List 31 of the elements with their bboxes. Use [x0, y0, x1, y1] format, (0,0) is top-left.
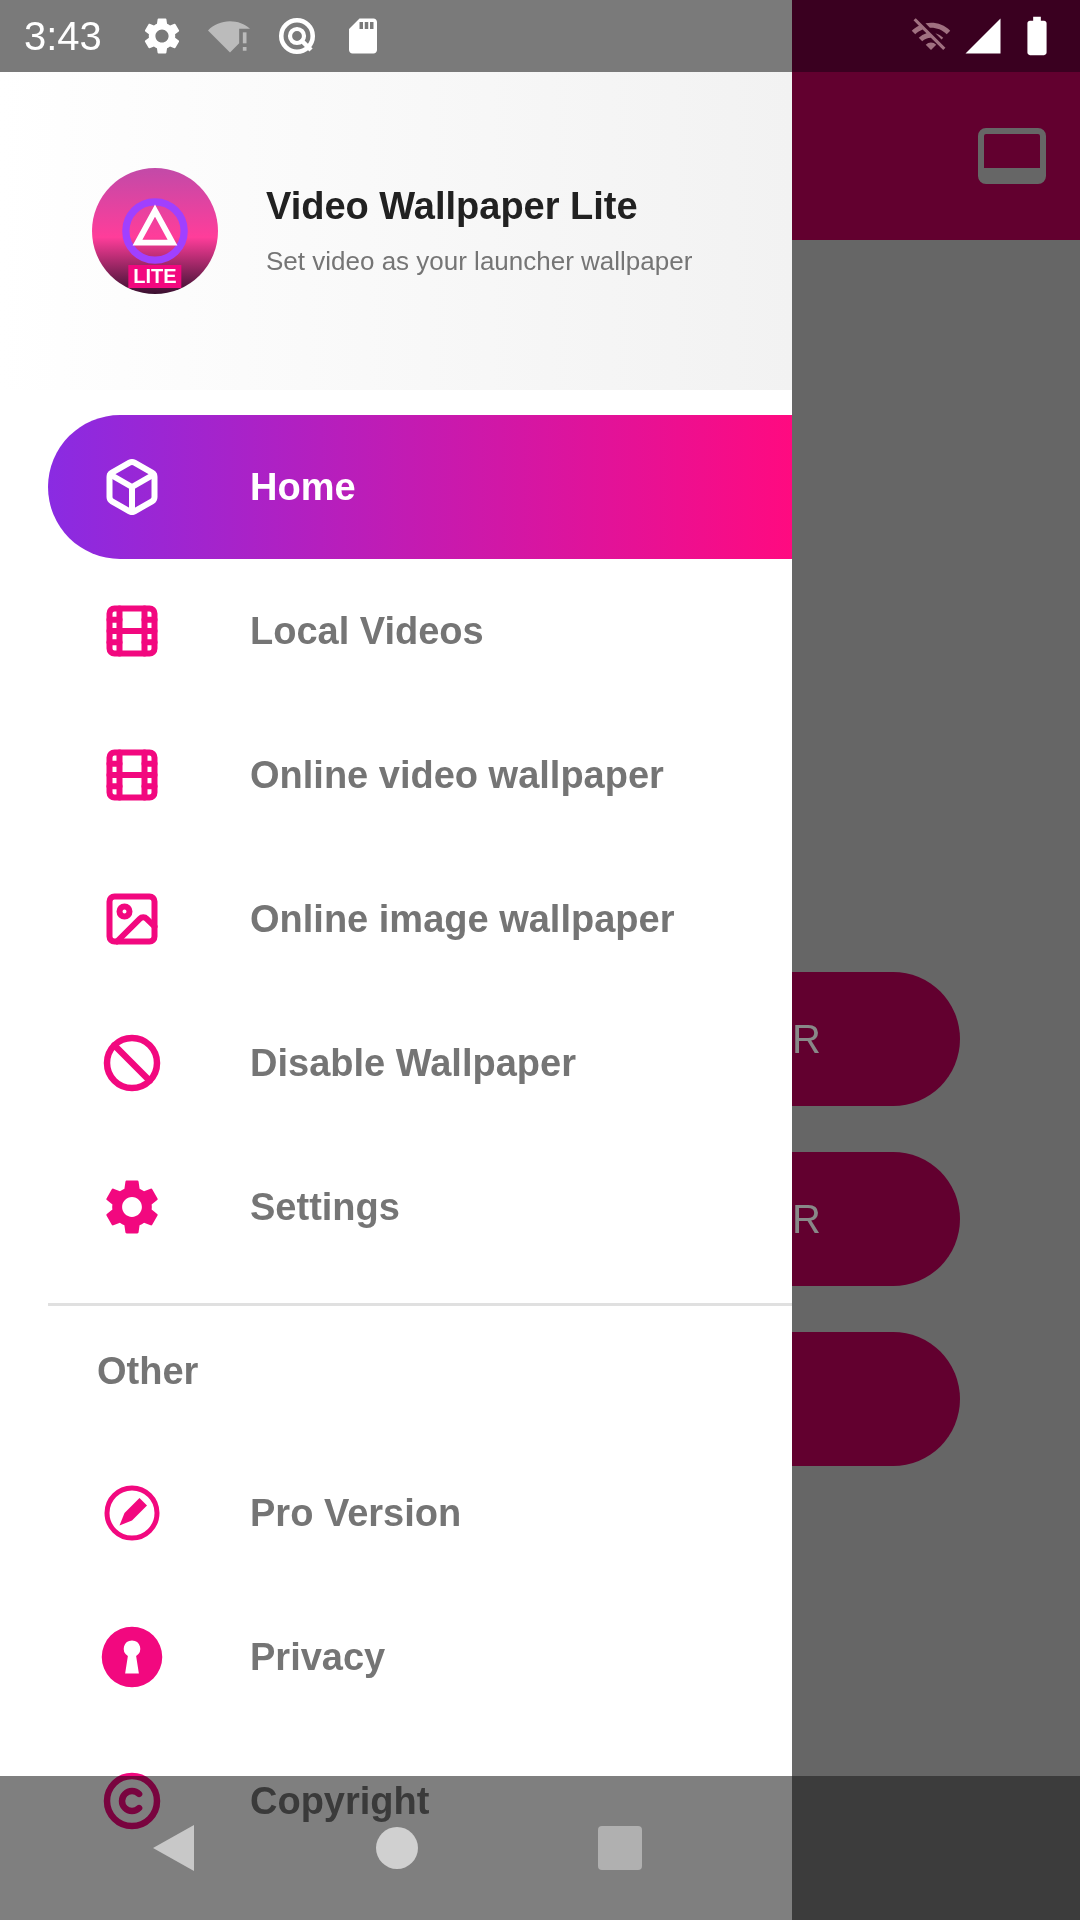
- menu-item[interactable]: Pro Version: [48, 1441, 792, 1585]
- section-title: Other: [96, 1349, 200, 1394]
- keyhole-icon: [99, 1624, 165, 1690]
- menu-item-label: Local Videos: [250, 609, 484, 653]
- triangle-ring-icon: [120, 196, 190, 266]
- menu-item-label: Copyright: [250, 1779, 430, 1823]
- menu-item-label: Disable Wallpaper: [250, 1041, 576, 1085]
- menu-item[interactable]: Settings: [48, 1135, 792, 1279]
- app-title: Video Wallpaper Lite: [266, 185, 639, 228]
- recents-square-icon[interactable]: [598, 1826, 643, 1870]
- menu-item[interactable]: Online image wallpaper: [48, 847, 792, 991]
- menu-item[interactable]: Local Videos: [48, 559, 792, 703]
- home-circle-icon[interactable]: [375, 1826, 419, 1870]
- menu-item-label: Online image wallpaper: [250, 897, 675, 941]
- menu-item-label: Online video wallpaper: [250, 753, 664, 797]
- logo-badge: LITE: [128, 265, 182, 288]
- prohibited-icon: [102, 1033, 162, 1093]
- menu-item[interactable]: Home: [48, 415, 792, 559]
- menu-item-label: Pro Version: [250, 1491, 462, 1535]
- menu-item[interactable]: Privacy: [48, 1585, 792, 1729]
- status-time: 3:43: [24, 13, 102, 59]
- menu-item-label: Home: [250, 465, 356, 509]
- menu-item[interactable]: Disable Wallpaper: [48, 991, 792, 1135]
- menu-item-label: Settings: [250, 1185, 400, 1229]
- pen-circle-icon: [102, 1483, 162, 1543]
- menu-item-label: Privacy: [250, 1635, 386, 1679]
- app-subtitle: Set video as your launcher wallpaper: [266, 246, 693, 277]
- menu-item[interactable]: Online video wallpaper: [48, 703, 792, 847]
- menu-item[interactable]: Copyright: [48, 1729, 792, 1873]
- screen-icon: [978, 128, 1046, 184]
- copyright-icon: [102, 1771, 162, 1831]
